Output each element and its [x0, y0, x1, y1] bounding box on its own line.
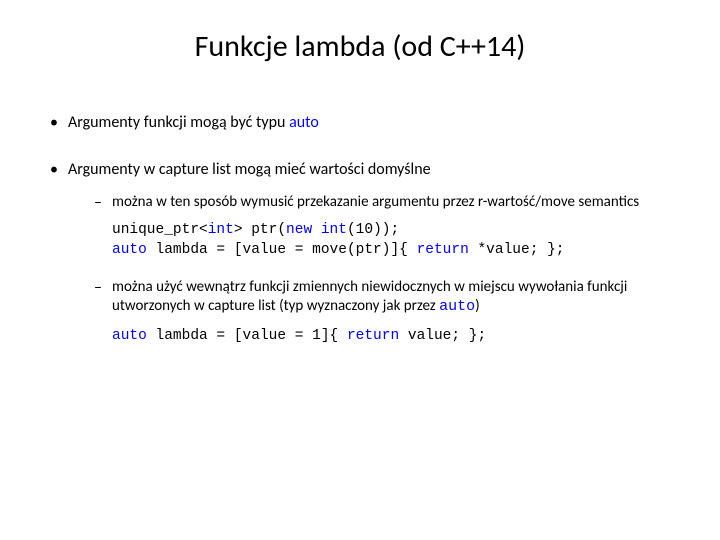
- bullet-item: Argumenty funkcji mogą być typu auto: [48, 113, 672, 134]
- bullet-text: Argumenty funkcji mogą być typu: [68, 113, 289, 132]
- code-keyword: auto: [112, 328, 147, 344]
- code-keyword: return: [347, 328, 399, 344]
- bullet-text: Argumenty w capture list mogą mieć warto…: [68, 160, 431, 179]
- code-keyword: int: [208, 222, 234, 238]
- code-keyword: new: [286, 222, 312, 238]
- sub-bullet-text: ): [475, 297, 480, 315]
- code-keyword: int: [321, 222, 347, 238]
- code-text: *value; };: [469, 242, 565, 258]
- bullet-list: Argumenty funkcji mogą być typu auto Arg…: [48, 113, 672, 347]
- code-text: [312, 222, 321, 238]
- code-block: unique_ptr<int> ptr(new int(10)); auto l…: [68, 221, 672, 260]
- keyword-auto: auto: [439, 298, 475, 315]
- code-text: lambda = [value = move(ptr)]{: [147, 242, 417, 258]
- sub-bullet-text: można użyć wewnątrz funkcji zmiennych ni…: [112, 278, 627, 315]
- code-text: lambda = [value = 1]{: [147, 328, 347, 344]
- code-keyword: auto: [112, 242, 147, 258]
- code-text: value; };: [399, 328, 486, 344]
- code-keyword: return: [417, 242, 469, 258]
- slide-title: Funkcje lambda (od C++14): [48, 28, 672, 65]
- sub-bullet-text: można w ten sposób wymusić przekazanie a…: [112, 193, 639, 211]
- code-text: (10));: [347, 222, 399, 238]
- code-block: auto lambda = [value = 1]{ return value;…: [68, 327, 672, 347]
- sub-bullet-item: można w ten sposób wymusić przekazanie a…: [68, 193, 672, 212]
- keyword-auto: auto: [289, 113, 319, 132]
- code-text: unique_ptr<: [112, 222, 208, 238]
- sub-bullet-item: można użyć wewnątrz funkcji zmiennych ni…: [68, 278, 672, 317]
- code-text: > ptr(: [234, 222, 286, 238]
- bullet-item: Argumenty w capture list mogą mieć warto…: [48, 160, 672, 347]
